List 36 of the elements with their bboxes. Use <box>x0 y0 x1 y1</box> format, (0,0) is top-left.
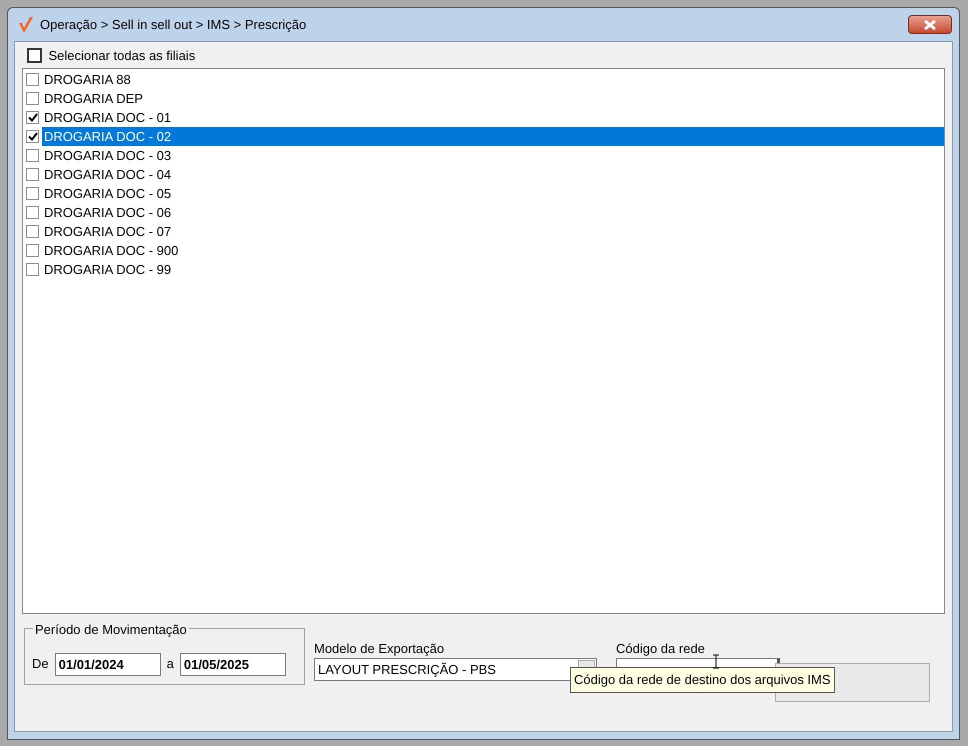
branch-checkbox[interactable] <box>26 244 39 256</box>
end-date-field[interactable]: 01/05/2025 <box>180 652 286 676</box>
branch-item[interactable]: DROGARIA DOC - 03 <box>42 146 944 164</box>
branch-checkbox[interactable] <box>26 168 39 180</box>
network-code-label: Código da rede <box>616 640 706 658</box>
window-title: Operação > Sell in sell out > IMS > Prescrição <box>40 16 306 34</box>
branch-item[interactable]: DROGARIA DOC - 04 <box>42 164 944 184</box>
branch-checkbox[interactable] <box>26 224 39 238</box>
close-icon <box>924 20 936 30</box>
branch-checkbox[interactable] <box>26 206 39 218</box>
branch-item[interactable]: DROGARIA DEP <box>42 88 944 108</box>
branch-checkbox[interactable] <box>26 72 39 86</box>
branch-item[interactable]: DROGARIA DOC - 06 <box>42 202 944 222</box>
close-button[interactable] <box>908 15 952 34</box>
branch-item[interactable]: DROGARIA DOC - 02 <box>42 126 944 146</box>
branch-checkbox[interactable] <box>26 262 39 276</box>
branch-checkbox[interactable] <box>26 186 39 200</box>
branch-item[interactable]: DROGARIA DOC - 900 <box>42 240 944 260</box>
branch-item[interactable]: DROGARIA 88 <box>42 70 944 88</box>
select-all-checkbox[interactable] <box>27 48 42 64</box>
branch-item[interactable]: DROGARIA DOC - 01 <box>42 108 944 126</box>
branch-checkbox[interactable] <box>26 130 39 142</box>
branch-checkbox[interactable] <box>26 148 39 162</box>
to-label: a <box>166 655 174 674</box>
branch-checkbox[interactable] <box>26 92 39 104</box>
branch-checkbox[interactable] <box>26 110 39 124</box>
tooltip: Código da rede de destino dos arquivos IMS <box>570 667 835 692</box>
from-label: De <box>32 655 49 674</box>
text-cursor-icon <box>712 654 720 669</box>
select-all-label: Selecionar todas as filiais <box>48 47 196 65</box>
logo-icon <box>18 16 34 34</box>
branch-item[interactable]: DROGARIA DOC - 07 <box>42 222 944 240</box>
branch-item[interactable]: DROGARIA DOC - 99 <box>42 260 944 278</box>
start-date-field[interactable]: 01/01/2024 <box>54 652 161 676</box>
export-model-label: Modelo de Exportação <box>314 640 446 658</box>
branch-item[interactable]: DROGARIA DOC - 05 <box>42 184 944 202</box>
